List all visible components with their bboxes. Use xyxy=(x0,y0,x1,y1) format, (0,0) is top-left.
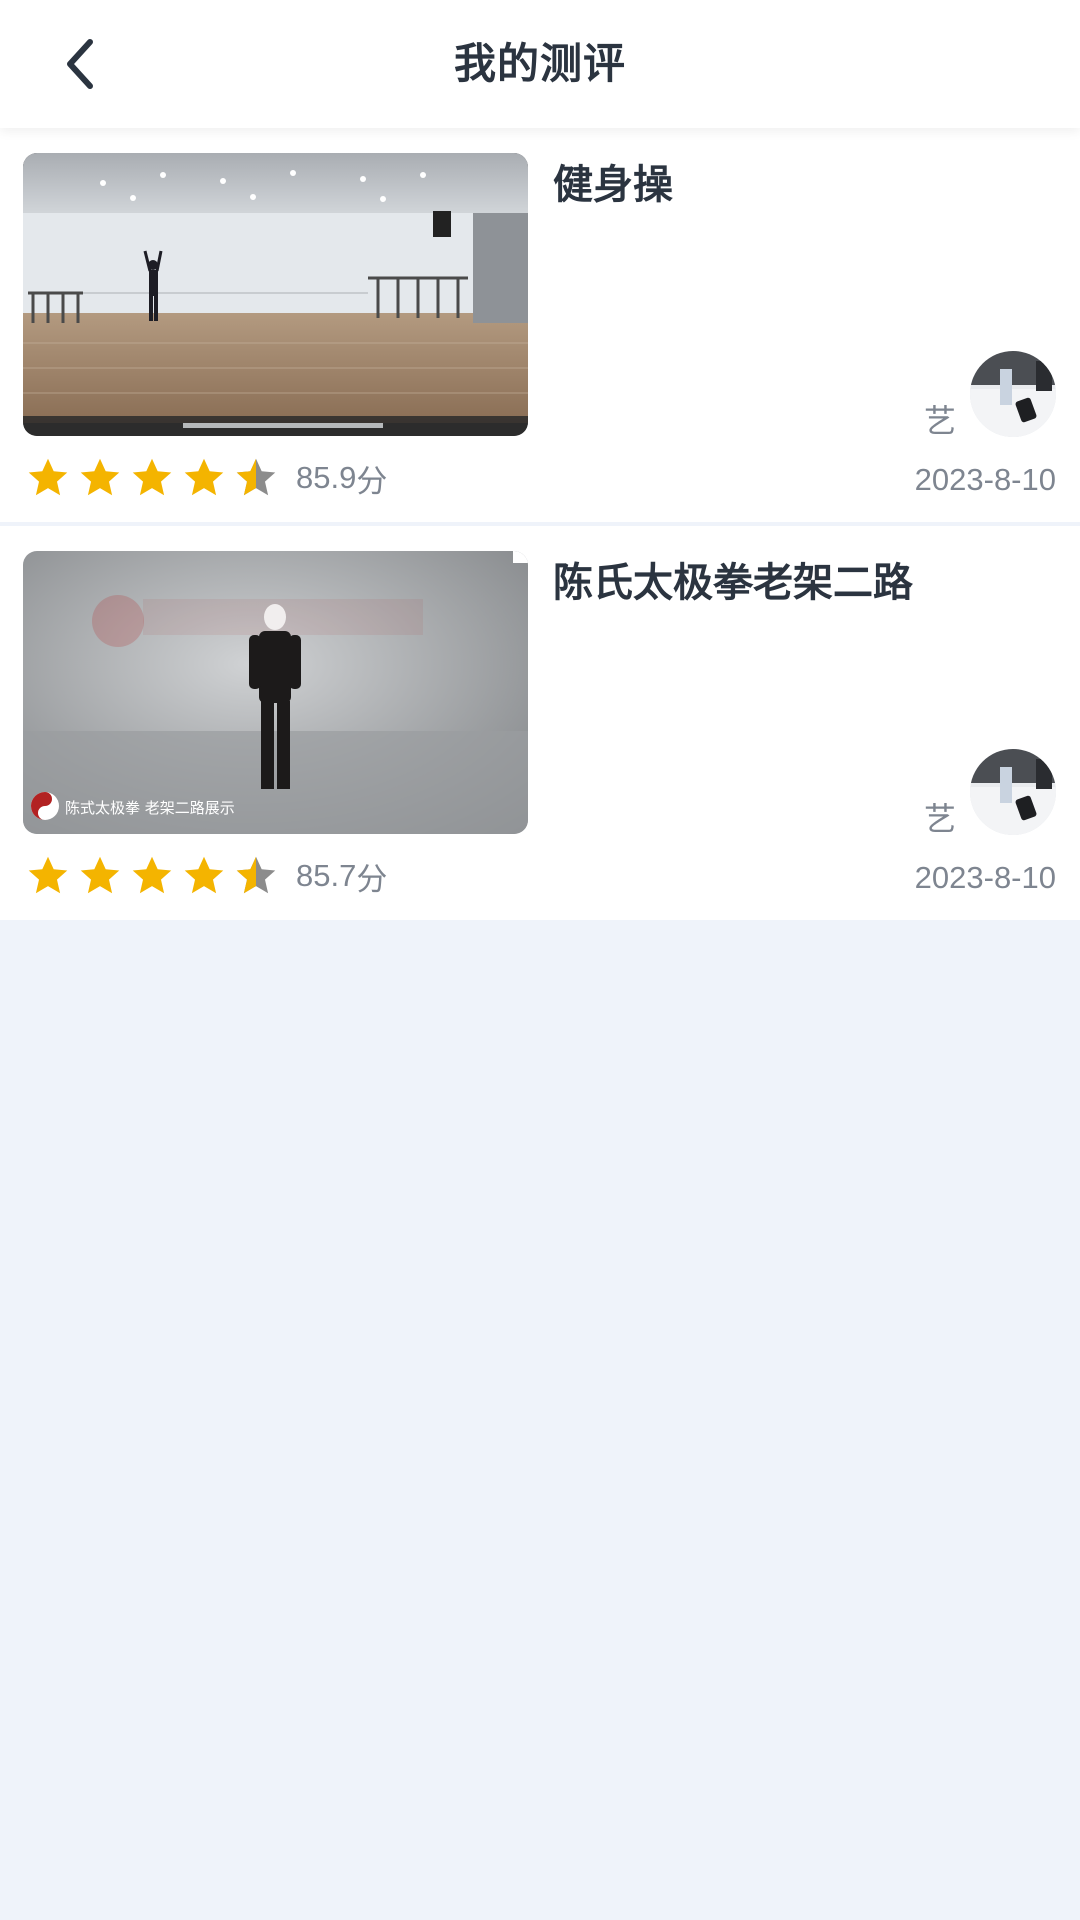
star-full-icon xyxy=(132,458,172,496)
gym-scene-image xyxy=(23,153,528,436)
evaluation-title: 陈氏太极拳老架二路 xyxy=(553,560,913,606)
star-full-icon xyxy=(28,856,68,894)
video-thumbnail[interactable] xyxy=(23,153,528,436)
score-unit: 分 xyxy=(356,463,388,500)
rating-stars: 85.7 分 xyxy=(26,851,387,901)
thumbnail-caption: 陈式太极拳 老架二路展示 xyxy=(65,799,235,817)
evaluation-card[interactable]: 陈式太极拳 老架二路展示 陈氏太极拳老架二路 艺 85.7 分 2023-8-1… xyxy=(0,526,1080,920)
author-name: 艺 xyxy=(924,402,957,440)
star-full-icon xyxy=(184,856,224,894)
score-value: 85.7 xyxy=(296,858,357,893)
video-thumbnail[interactable]: 陈式太极拳 老架二路展示 xyxy=(23,551,528,834)
star-full-icon xyxy=(184,458,224,496)
evaluation-date: 2023-8-10 xyxy=(914,860,1056,895)
evaluation-card[interactable]: 健身操 艺 85.9 分 2023-8-10 xyxy=(0,128,1080,522)
star-full-icon xyxy=(80,856,120,894)
evaluation-list: 健身操 艺 85.9 分 2023-8-10 陈式太极拳 老架二路展示 陈氏太极… xyxy=(0,128,1080,920)
star-full-icon xyxy=(80,458,120,496)
star-half-icon xyxy=(236,856,276,894)
app-header: 我的测评 xyxy=(0,0,1080,128)
star-full-icon xyxy=(132,856,172,894)
evaluation-date: 2023-8-10 xyxy=(914,462,1056,497)
score-unit: 分 xyxy=(356,861,388,898)
score-value: 85.9 xyxy=(296,460,357,495)
page-title: 我的测评 xyxy=(453,39,626,88)
taichi-scene-image: 陈式太极拳 老架二路展示 xyxy=(23,551,528,834)
star-half-icon xyxy=(236,458,276,496)
rating-stars: 85.9 分 xyxy=(26,453,387,503)
evaluation-title: 健身操 xyxy=(553,162,673,208)
avatar xyxy=(970,351,1056,437)
author-name: 艺 xyxy=(924,800,957,838)
star-full-icon xyxy=(28,458,68,496)
avatar xyxy=(970,749,1056,835)
